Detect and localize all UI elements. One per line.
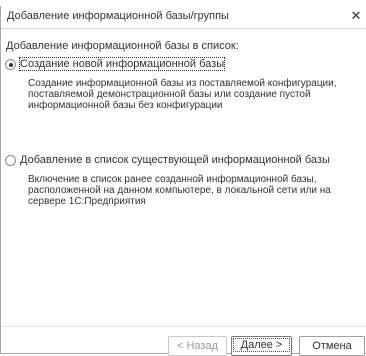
radio-add-existing[interactable] <box>5 155 16 166</box>
next-button[interactable]: Далее > <box>231 336 292 356</box>
title-bar[interactable]: Добавление информационной базы/группы ✕ <box>1 6 366 29</box>
back-button[interactable]: < Назад <box>168 336 227 356</box>
close-icon[interactable]: ✕ <box>348 8 364 26</box>
option-add-existing-description: Включение в список ранее созданной инфор… <box>28 174 331 207</box>
next-button-label: Далее > <box>233 338 290 352</box>
window-title: Добавление информационной базы/группы <box>7 10 229 22</box>
dialog-body: Добавление информационной базы в список:… <box>1 29 366 356</box>
option-create-new-label[interactable]: Создание новой информационной базы <box>18 57 226 71</box>
cancel-button[interactable]: Отмена <box>299 336 365 356</box>
option-create-new-description: Создание информационной базы из поставля… <box>28 78 337 111</box>
section-heading: Добавление информационной базы в список: <box>6 40 239 52</box>
radio-create-new[interactable] <box>5 59 16 70</box>
option-add-existing-label[interactable]: Добавление в список существующей информа… <box>20 154 330 166</box>
add-infobase-dialog: Добавление информационной базы/группы ✕ … <box>0 6 366 356</box>
footer-divider <box>1 326 366 327</box>
